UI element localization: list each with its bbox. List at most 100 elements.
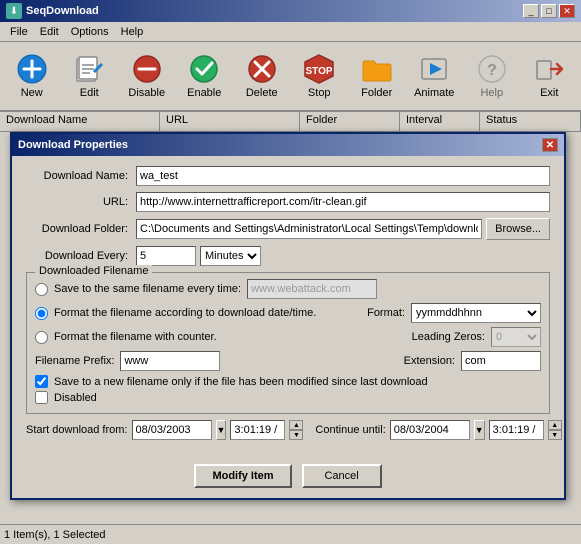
every-label: Download Every:: [26, 250, 136, 262]
toolbar-edit-label: Edit: [80, 87, 99, 99]
maximize-button[interactable]: □: [541, 4, 557, 18]
column-headers: Download Name URL Folder Interval Status: [0, 112, 581, 132]
modify-item-button[interactable]: Modify Item: [194, 464, 291, 488]
radio2-row: Format the filename according to downloa…: [35, 303, 541, 323]
every-value-input[interactable]: [136, 246, 196, 266]
toolbar-disable-button[interactable]: Disable: [119, 46, 175, 106]
col-status: Status: [480, 112, 581, 131]
same-filename-input[interactable]: [247, 279, 377, 299]
extension-input[interactable]: [461, 351, 541, 371]
save-new-filename-checkbox[interactable]: [35, 375, 48, 388]
radio2-label: Format the filename according to downloa…: [54, 307, 316, 319]
status-text: 1 Item(s), 1 Selected: [4, 529, 106, 541]
extension-label: Extension:: [404, 355, 455, 367]
download-name-label: Download Name:: [26, 170, 136, 182]
prefix-label: Filename Prefix:: [35, 355, 114, 367]
prefix-input[interactable]: [120, 351, 220, 371]
status-bar: 1 Item(s), 1 Selected: [0, 524, 581, 544]
cancel-button[interactable]: Cancel: [302, 464, 382, 488]
toolbar-exit-label: Exit: [540, 87, 558, 99]
date-range-row: Start download from: ▼ ▲ ▼ Continue unti…: [26, 420, 550, 440]
browse-button[interactable]: Browse...: [486, 218, 550, 240]
radio3-label: Format the filename with counter.: [54, 331, 217, 343]
download-name-row: Download Name:: [26, 166, 550, 186]
start-label: Start download from:: [26, 424, 128, 436]
title-bar: ⬇ SeqDownload _ □ ✕: [0, 0, 581, 22]
toolbar-exit-button[interactable]: Exit: [522, 46, 578, 106]
radio-same-filename[interactable]: [35, 283, 48, 296]
toolbar-stop-button[interactable]: STOP Stop: [292, 46, 348, 106]
leading-label: Leading Zeros:: [412, 331, 485, 343]
checkbox2-label: Disabled: [54, 392, 97, 404]
menu-bar: File Edit Options Help: [0, 22, 581, 42]
app-icon: ⬇: [6, 3, 22, 19]
start-date-dropdown[interactable]: ▼: [216, 420, 227, 440]
prefix-ext-row: Filename Prefix: Extension:: [35, 351, 541, 371]
url-label: URL:: [26, 196, 136, 208]
disabled-checkbox[interactable]: [35, 391, 48, 404]
dialog-title-bar: Download Properties ✕: [12, 134, 564, 156]
toolbar-animate-button[interactable]: Animate: [407, 46, 463, 106]
svg-text:STOP: STOP: [306, 66, 333, 77]
start-time-input[interactable]: [230, 420, 285, 440]
enable-icon: [188, 53, 220, 85]
folder-icon: [361, 53, 393, 85]
radio1-label: Save to the same filename every time:: [54, 283, 241, 295]
url-row: URL:: [26, 192, 550, 212]
dialog-title-text: Download Properties: [18, 139, 128, 151]
toolbar-delete-button[interactable]: Delete: [234, 46, 290, 106]
radio3-row: Format the filename with counter. Leadin…: [35, 327, 541, 347]
toolbar-enable-label: Enable: [187, 87, 221, 99]
menu-file[interactable]: File: [4, 24, 34, 40]
toolbar-edit-button[interactable]: Edit: [62, 46, 118, 106]
checkbox2-row: Disabled: [35, 391, 541, 404]
end-time-down[interactable]: ▼: [548, 430, 562, 440]
toolbar-folder-button[interactable]: Folder: [349, 46, 405, 106]
end-time-spin: ▲ ▼: [548, 420, 562, 440]
col-interval: Interval: [400, 112, 480, 131]
every-unit-select[interactable]: Minutes Hours Days: [200, 246, 261, 266]
radio-counter[interactable]: [35, 331, 48, 344]
continue-label: Continue until:: [315, 424, 385, 436]
end-date-input[interactable]: [390, 420, 470, 440]
download-properties-dialog: Download Properties ✕ Download Name: URL…: [10, 132, 566, 500]
dialog-close-button[interactable]: ✕: [542, 138, 558, 152]
app-title: SeqDownload: [26, 5, 99, 17]
menu-edit[interactable]: Edit: [34, 24, 65, 40]
radio-date-format[interactable]: [35, 307, 48, 320]
title-bar-controls: _ □ ✕: [523, 4, 575, 18]
start-date-input[interactable]: [132, 420, 212, 440]
dialog-footer: Modify Item Cancel: [12, 458, 564, 498]
folder-input[interactable]: [136, 219, 482, 239]
format-label: Format:: [367, 307, 405, 319]
toolbar-new-label: New: [21, 87, 43, 99]
url-input[interactable]: [136, 192, 550, 212]
new-icon: [16, 53, 48, 85]
stop-icon: STOP: [303, 53, 335, 85]
menu-help[interactable]: Help: [115, 24, 150, 40]
format-select[interactable]: yymmddhhnn yyyymmdd: [411, 303, 541, 323]
menu-options[interactable]: Options: [65, 24, 115, 40]
folder-row: Download Folder: Browse...: [26, 218, 550, 240]
end-date-dropdown[interactable]: ▼: [474, 420, 485, 440]
animate-icon: [418, 53, 450, 85]
checkbox1-row: Save to a new filename only if the file …: [35, 375, 541, 388]
close-button[interactable]: ✕: [559, 4, 575, 18]
help-icon: ?: [476, 53, 508, 85]
edit-icon: [73, 53, 105, 85]
checkbox1-label: Save to a new filename only if the file …: [54, 376, 428, 388]
minimize-button[interactable]: _: [523, 4, 539, 18]
end-time-input[interactable]: [489, 420, 544, 440]
start-time-up[interactable]: ▲: [289, 420, 303, 430]
toolbar-enable-button[interactable]: Enable: [177, 46, 233, 106]
end-time-up[interactable]: ▲: [548, 420, 562, 430]
download-name-input[interactable]: [136, 166, 550, 186]
delete-icon: [246, 53, 278, 85]
leading-select[interactable]: 0: [491, 327, 541, 347]
toolbar-help-button[interactable]: ? Help: [464, 46, 520, 106]
downloaded-filename-group: Downloaded Filename Save to the same fil…: [26, 272, 550, 414]
start-time-down[interactable]: ▼: [289, 430, 303, 440]
disable-icon: [131, 53, 163, 85]
col-url: URL: [160, 112, 300, 131]
toolbar-new-button[interactable]: New: [4, 46, 60, 106]
